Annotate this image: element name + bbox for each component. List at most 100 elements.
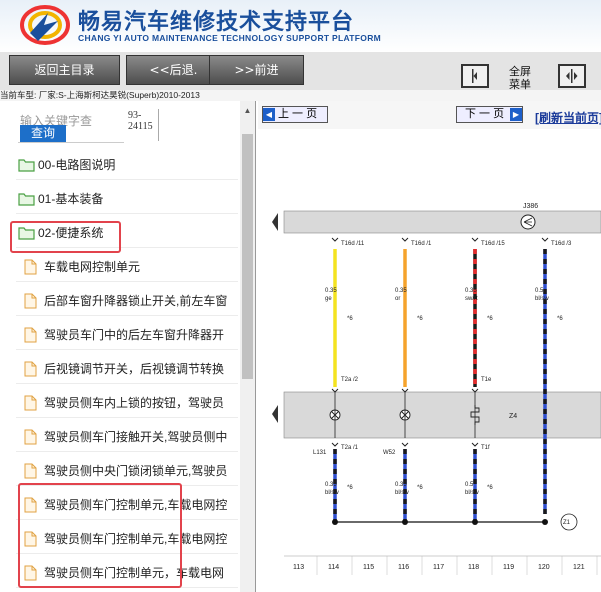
wires-group: T16d /11 0.35 ge *6 T2a /2 L131 T2a /1 0.35 bl/s… [313,237,572,525]
folder-icon [18,159,35,172]
pin-arrow-icon [401,237,409,242]
tree-folder[interactable]: 01-基本装备 [16,184,238,214]
expand-both-icon[interactable] [558,64,586,88]
query-button[interactable]: 查询 [20,125,66,142]
component-ref: L131 [313,450,327,456]
scale-number: 120 [538,564,550,571]
folder-icon [18,193,35,206]
wire-note: *6 [487,316,493,322]
pin-arrow-icon [471,442,479,447]
wire-lower-size: 0.35 [395,482,407,488]
wire-lower-note: *6 [417,485,423,491]
wire-top-pin: T16d /15 [481,241,505,247]
refresh-page-link[interactable]: [刷新当前页] [535,109,601,126]
next-page-button[interactable]: 下 一 页 ▶ [456,106,523,123]
forward-button[interactable]: >>前进 [209,55,304,85]
tree-item-label: 驾驶员车门中的后左车窗升降器开 [44,328,225,342]
wire-lower-note: *6 [487,485,493,491]
tree-document[interactable]: 后部车窗升降器锁止开关,前左车窗 [16,286,238,316]
next-arrow-icon: ▶ [510,108,522,121]
wire-lower-color: bl/sw [395,490,409,496]
wire-color-code: bl/sw [535,296,549,302]
tree-document[interactable]: 驾驶员侧车门接触开关,驾驶员侧中 [16,422,238,452]
tree-item-label: 01-基本装备 [38,192,104,206]
prev-page-label: 上 一 页 [278,108,318,120]
pin-arrow-icon [401,388,409,393]
tree-document[interactable]: 后视镜调节开关，后视镜调节转换 [16,354,238,384]
tree-document[interactable]: 驾驶员侧车内上锁的按钮，驾驶员 [16,388,238,418]
wire-size: 0.35 [465,288,477,294]
wire-note: *6 [417,316,423,322]
tree-document[interactable]: 驾驶员侧中央门锁闭锁单元,驾驶员 [16,456,238,486]
highlight-box-docs [18,483,182,588]
logo-icon [20,5,70,45]
wire-note: *6 [347,316,353,322]
scale-group: 113 114 115 116 117 118 119 120 121 [293,556,598,575]
left-scrollbar[interactable]: ▲ [240,101,255,592]
document-icon [24,259,37,275]
pin-arrow-icon [331,442,339,447]
wire-lower-size: 0.5 [465,482,474,488]
pin-arrow-icon [541,237,549,242]
scale-number: 119 [503,564,514,571]
search-code: 93- 24115 [128,110,153,132]
tree-document[interactable]: 驾驶员车门中的后左车窗升降器开 [16,320,238,350]
scale-number: 116 [398,564,409,571]
wire-note: *6 [557,316,563,322]
scale-number: 121 [573,564,585,571]
fullscreen-menu-label[interactable]: 全屏 菜单 [504,66,536,92]
divider [158,109,159,141]
scroll-up-arrow-icon[interactable]: ▲ [240,105,255,117]
wire-lower-color: bl/sw [325,490,339,496]
document-icon [24,327,37,343]
scroll-thumb[interactable] [242,134,253,379]
pin-arrow-icon [401,442,409,447]
scale-number: 114 [328,564,339,571]
prev-page-button[interactable]: ◀ 上 一 页 [262,106,328,123]
app-header: 畅易汽车维修技术支持平台 CHANG YI AUTO MAINTENANCE T… [0,0,601,52]
scale-number: 118 [468,564,479,571]
wire-size: 0.35 [325,288,337,294]
scale-number: 113 [293,564,304,571]
pin-arrow-icon [471,388,479,393]
wire-lower-color: bl/sw [465,490,479,496]
code-line-2: 24115 [128,121,153,132]
scale-number: 117 [433,564,444,571]
document-icon [24,395,37,411]
wire-top-pin: T16d /11 [341,241,365,247]
highlight-box-folder [10,221,121,253]
tree-item-label: 车载电网控制单元 [44,260,141,274]
wire-lower-pin: T1f [481,445,490,451]
wire-top-pin: T16d /3 [551,241,572,247]
car-model-info: 当前车型: 厂家:S-上海斯柯达昊锐(Superb)2010-2013 [0,90,601,101]
tree-item-label: 驾驶员侧车内上锁的按钮，驾驶员 [44,396,225,410]
wire-size: 0.35 [395,288,407,294]
document-icon [24,293,37,309]
diagram-viewer: ◀ 上 一 页 下 一 页 ▶ [刷新当前页] J386 Z4 T16d /11… [258,101,601,592]
tree-item-label: 驾驶员侧中央门锁闭锁单元,驾驶员 [44,464,228,478]
app-title: 畅易汽车维修技术支持平台 [78,10,355,35]
component-ref: W52 [383,450,396,456]
tree-document[interactable]: 车载电网控制单元 [16,252,238,282]
wire-top-pin: T16d /1 [411,241,432,247]
wire-lower-note: *6 [347,485,353,491]
wire-color-code: sw/rt [465,296,478,302]
wire-size: 0.5 [535,288,544,294]
tree-folder[interactable]: 00-电路图说明 [16,150,238,180]
next-page-label: 下 一 页 [465,108,505,120]
wire-lower-size: 0.35 [325,482,337,488]
document-icon [24,429,37,445]
wire-mid-pin: T1e [481,377,492,383]
back-button[interactable]: <<后退. [126,55,221,85]
scale-number: 115 [363,564,374,571]
code-line-1: 93- [128,110,142,121]
home-button[interactable]: 返回主目录 [9,55,120,85]
pin-arrow-icon [331,237,339,242]
control-unit-bus [283,210,601,234]
pin-arrow-icon [471,237,479,242]
collapse-left-icon[interactable] [461,64,489,88]
document-icon [24,463,37,479]
wiring-diagram: J386 Z4 T16d /11 0.35 ge *6 T2a /2 L131 T2a /1… [272,203,601,575]
app-subtitle: CHANG YI AUTO MAINTENANCE TECHNOLOGY SUP… [78,33,382,43]
wire-color-code: ge [325,296,332,302]
